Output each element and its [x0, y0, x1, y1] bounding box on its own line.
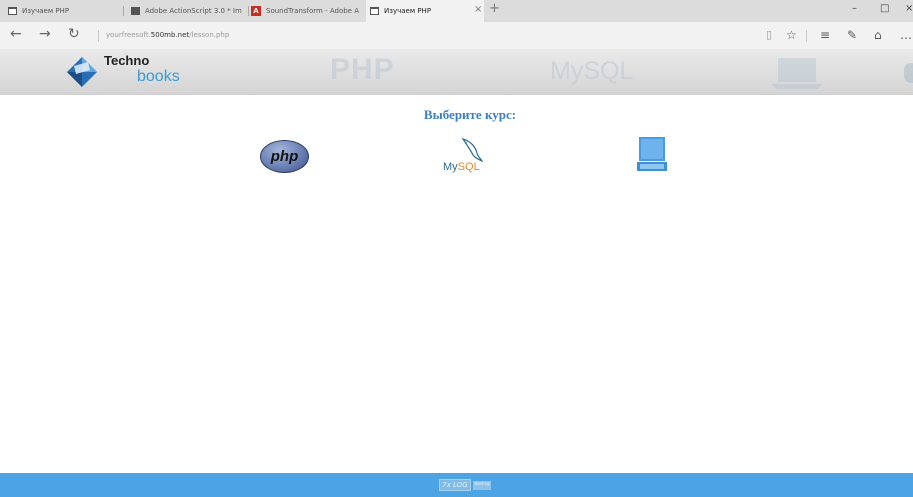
tab-title: SoundTransform - Adobe A — [266, 7, 359, 15]
url-prefix: yourfreesoft. — [106, 31, 151, 39]
square-icon — [131, 7, 140, 15]
maximize-button[interactable]: □ — [880, 3, 889, 14]
page-title: Выберите курс: — [423, 107, 517, 122]
favorite-star-icon[interactable]: ☆ — [786, 28, 797, 42]
toolbar-divider — [806, 30, 807, 42]
tab-adobe-actionscript[interactable]: Adobe ActionScript 3.0 * Im — [131, 0, 247, 22]
logo-text-techno: Techno — [104, 53, 150, 68]
back-button[interactable]: ← — [10, 26, 22, 42]
logo-text-books: books — [137, 68, 180, 85]
tab-divider — [248, 6, 249, 16]
laptop-icon — [637, 137, 667, 171]
tab-izuchaem-php-1[interactable]: Изучаем PHP — [8, 0, 120, 22]
address-bar: ← → ↻ yourfreesoft.500mb.net/lesson.php … — [0, 22, 913, 49]
browser-tab-bar: Изучаем PHP Adobe ActionScript 3.0 * Im … — [0, 0, 913, 22]
decorative-shape — [904, 63, 913, 83]
course-php-link[interactable]: php — [260, 140, 309, 173]
mysql-label-sql: SQL — [457, 161, 480, 173]
course-computer-link[interactable] — [636, 136, 668, 172]
refresh-button[interactable]: ↻ — [68, 26, 80, 42]
course-mysql-link[interactable]: MySQL — [443, 137, 489, 175]
web-note-icon[interactable]: ✎ — [847, 28, 857, 42]
site-header: Techno books PHP MySQL — [0, 49, 913, 95]
reading-view-icon[interactable]: ▯ — [766, 28, 772, 41]
php-logo-label: php — [270, 148, 299, 165]
close-tab-icon[interactable]: × — [474, 4, 482, 15]
adobe-icon: A — [251, 6, 261, 16]
url-path: /lesson.php — [189, 31, 230, 39]
page-icon — [370, 7, 379, 15]
mysql-watermark: MySQL — [550, 57, 634, 85]
php-watermark: PHP — [330, 53, 395, 86]
hosting-badge-small: Hosting — [473, 481, 491, 490]
page-icon — [8, 7, 17, 15]
close-window-button[interactable]: × — [905, 3, 913, 14]
tab-divider — [123, 6, 124, 16]
hosting-badge[interactable]: 7x LOG — [439, 479, 471, 491]
mysql-logo-icon — [461, 137, 483, 163]
tab-soundtransform[interactable]: A SoundTransform - Adobe A — [251, 0, 363, 22]
tab-title: Изучаем PHP — [22, 7, 70, 15]
forward-button[interactable]: → — [39, 26, 51, 42]
url-domain: 500mb.net — [150, 31, 190, 39]
technobooks-logo-icon — [67, 57, 97, 87]
share-icon[interactable]: ⌂ — [874, 28, 882, 42]
hub-icon[interactable]: ≡ — [820, 28, 830, 42]
mysql-logo-label: MySQL — [443, 161, 480, 173]
more-icon[interactable]: … — [900, 28, 912, 42]
php-logo-icon: php — [260, 140, 309, 173]
tab-title: Adobe ActionScript 3.0 * Im — [145, 7, 242, 15]
url-field[interactable]: yourfreesoft.500mb.net/lesson.php — [106, 31, 229, 39]
tab-title: Изучаем PHP — [384, 7, 432, 15]
new-tab-button[interactable]: + — [489, 1, 500, 16]
mysql-label-my: My — [443, 161, 458, 173]
address-divider — [98, 30, 99, 42]
laptop-watermark-icon — [772, 58, 822, 89]
site-footer: 7x LOG Hosting — [0, 473, 913, 497]
minimize-button[interactable]: – — [852, 3, 857, 14]
tab-izuchaem-php-active[interactable]: Изучаем PHP — [366, 0, 484, 22]
